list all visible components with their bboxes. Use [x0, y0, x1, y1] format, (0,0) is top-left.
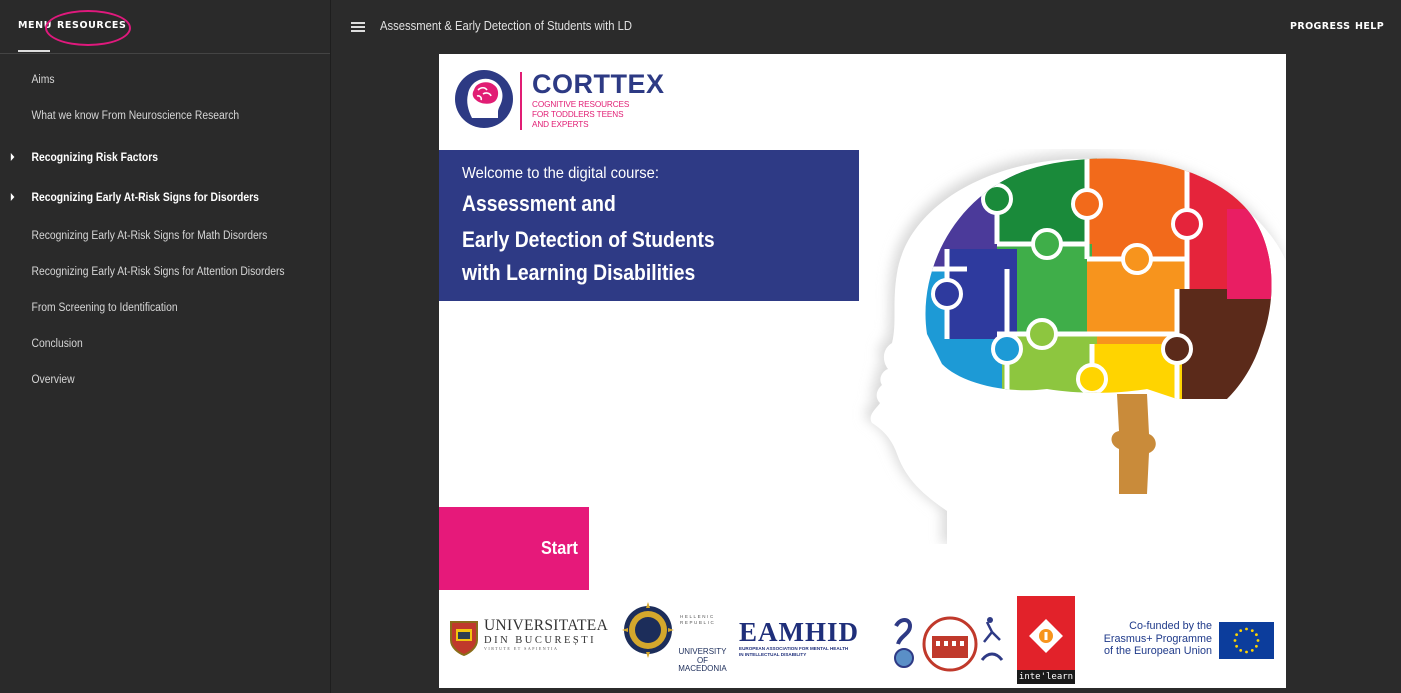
course-heading-line: with Learning Disabilities [462, 260, 696, 285]
bucharest-line1: UNIVERSITATEA [484, 617, 609, 634]
macedonia-republic: HELLENIC REPUBLIC [680, 614, 716, 625]
crest-icon [450, 621, 478, 656]
logo-subtitle-line: AND EXPERTS [532, 120, 589, 129]
eu-flag-icon [1219, 622, 1274, 659]
bucharest-line2: DIN BUCUREȘTI [484, 635, 597, 646]
course-slide: CORTTEX COGNITIVE RESOURCES FOR TODDLERS… [439, 54, 1286, 688]
start-button[interactable]: Start [439, 507, 589, 590]
puzzle-brain-illustration [865, 152, 1286, 544]
caret-right-icon[interactable] [10, 153, 15, 161]
eamhid-sub-line: IN INTELLECTUAL DISABILITY [739, 651, 807, 657]
partner-romanian-logos [894, 616, 1004, 672]
logo-subtitle: COGNITIVE RESOURCES FOR TODDLERS TEENS A… [532, 100, 662, 130]
tab-resources[interactable]: RESOURCES [57, 20, 126, 31]
right-gutter [1286, 54, 1401, 693]
sidebar: MENU RESOURCES Aims What we know From Neu… [0, 0, 331, 693]
sidebar-item-label: Conclusion [31, 338, 83, 350]
intelearn-label: inte'learn [1017, 670, 1075, 684]
sidebar-item[interactable]: What we know From Neuroscience Research [0, 102, 298, 132]
erasmus-text: Co-funded by the Erasmus+ Programme of t… [1094, 620, 1212, 658]
logo-subtitle-line: COGNITIVE RESOURCES [532, 100, 630, 109]
active-tab-indicator [18, 50, 50, 52]
sidebar-item-label: What we know From Neuroscience Research [31, 110, 240, 122]
caret-right-icon[interactable] [10, 193, 15, 201]
course-heading-line: Assessment and [462, 191, 616, 216]
sidebar-item-label: Recognizing Early At-Risk Signs for Diso… [31, 192, 259, 204]
sidebar-item-label: Aims [31, 74, 55, 86]
sidebar-item-label: Recognizing Early At-Risk Signs for Math… [31, 230, 268, 242]
bucharest-wordmark: UNIVERSITATEA DIN BUCUREȘTI VIRTUTE ET S… [484, 617, 608, 651]
sidebar-item[interactable]: Recognizing Early At-Risk Signs for Atte… [0, 258, 298, 288]
erasmus-line: Co-funded by the [1129, 620, 1212, 632]
sidebar-item[interactable]: Overview [0, 366, 298, 396]
sidebar-item[interactable]: Conclusion [0, 330, 298, 360]
partner-university-bucharest: UNIVERSITATEA DIN BUCUREȘTI VIRTUTE ET S… [449, 617, 608, 661]
tab-menu[interactable]: MENU [18, 20, 52, 31]
course-title: Assessment & Early Detection of Students… [380, 19, 632, 33]
app-root: MENU RESOURCES Aims What we know From Neu… [0, 0, 1401, 693]
help-link[interactable]: HELP [1355, 21, 1384, 32]
sidebar-item[interactable]: From Screening to Identification [0, 294, 298, 324]
start-label: Start [541, 538, 578, 558]
sidebar-item[interactable]: Recognizing Early At-Risk Signs for Math… [0, 222, 298, 252]
sidebar-item-label: Recognizing Early At-Risk Signs for Atte… [31, 266, 285, 278]
top-bar: Assessment & Early Detection of Students… [331, 0, 1401, 54]
hamburger-icon[interactable] [351, 22, 365, 32]
partner-logos: UNIVERSITATEA DIN BUCUREȘTI VIRTUTE ET S… [439, 592, 1286, 688]
sidebar-item-label: Overview [31, 374, 75, 386]
intelearn-icon [1029, 619, 1063, 653]
partner-eamhid: EAMHID EUROPEAN ASSOCIATION FOR MENTAL H… [739, 617, 879, 667]
macedonia-wordmark: UNIVERSITY OF MACEDONIA [678, 647, 727, 674]
logo-divider [520, 72, 522, 130]
macedonia-line2: OF MACEDONIA [678, 655, 727, 673]
progress-link[interactable]: PROGRESS [1290, 21, 1350, 32]
sidebar-item[interactable]: Recognizing Early At-Risk Signs for Diso… [0, 184, 298, 214]
logo-title: CORTTEX [532, 69, 665, 99]
bucharest-motto: VIRTUTE ET SAPIENTIA [484, 646, 559, 651]
welcome-banner: Welcome to the digital course: Assessmen… [439, 150, 859, 301]
sidebar-item-label: From Screening to Identification [31, 302, 178, 314]
erasmus-line: of the European Union [1103, 645, 1212, 657]
seal-icon [622, 602, 674, 658]
course-heading-line: Early Detection of Students [462, 227, 715, 252]
welcome-text: Welcome to the digital course: [462, 165, 659, 182]
partner-erasmus: Co-funded by the Erasmus+ Programme of t… [1094, 620, 1274, 665]
sidebar-tabs: MENU RESOURCES [0, 0, 330, 54]
eamhid-title: EAMHID [739, 617, 859, 647]
logo-subtitle-line: FOR TODDLERS TEENS [532, 110, 624, 119]
brain-head-icon [455, 70, 513, 128]
sidebar-item[interactable]: Recognizing Risk Factors [0, 144, 298, 174]
sidebar-item[interactable]: Aims [0, 66, 298, 96]
sidebar-item-label: Recognizing Risk Factors [31, 152, 159, 164]
partner-university-macedonia: HELLENIC REPUBLIC UNIVERSITY OF MACEDONI… [622, 600, 727, 680]
partner-intelearn: inte'learn [1017, 596, 1075, 684]
erasmus-line: Erasmus+ Programme [1103, 632, 1212, 645]
